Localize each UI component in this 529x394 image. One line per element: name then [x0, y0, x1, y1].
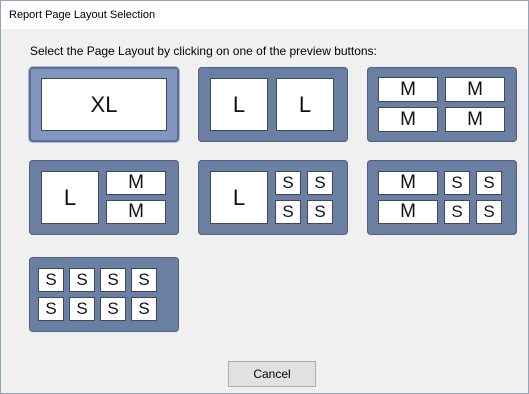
- layout-cell: S: [275, 200, 301, 224]
- layout-cell: XL: [41, 78, 167, 131]
- layout-cell: S: [444, 171, 470, 195]
- layout-cell: L: [210, 78, 268, 131]
- layout-cell: L: [210, 171, 268, 224]
- layout-cell: S: [100, 268, 126, 292]
- layout-cell: M: [378, 77, 438, 102]
- dialog-content: Select the Page Layout by clicking on on…: [1, 29, 528, 393]
- layout-cell: M: [445, 77, 505, 102]
- layout-cell: M: [378, 107, 438, 132]
- layout-button-m2-s4[interactable]: M M S S S S: [367, 160, 517, 235]
- layout-cell: L: [276, 78, 334, 131]
- layout-cell: S: [131, 268, 157, 292]
- layout-cell: S: [476, 200, 502, 224]
- window-title: Report Page Layout Selection: [9, 9, 156, 21]
- layout-button-l-s4[interactable]: L S S S S: [198, 160, 348, 235]
- layout-cell: S: [38, 297, 64, 321]
- dialog-window: Report Page Layout Selection Select the …: [0, 0, 529, 394]
- layout-button-l-l[interactable]: L L: [198, 67, 348, 142]
- layout-cell: S: [131, 297, 157, 321]
- layout-cell: M: [106, 200, 166, 224]
- layout-cell: L: [41, 171, 99, 224]
- layout-button-l-m2[interactable]: L M M: [29, 160, 179, 235]
- instruction-text: Select the Page Layout by clicking on on…: [30, 44, 377, 58]
- layout-cell: S: [100, 297, 126, 321]
- layout-cell: S: [275, 171, 301, 195]
- layout-cell: M: [378, 171, 438, 195]
- layout-cell: S: [69, 268, 95, 292]
- layout-cell: S: [476, 171, 502, 195]
- layout-cell: S: [444, 200, 470, 224]
- title-bar: Report Page Layout Selection: [1, 1, 528, 29]
- layout-button-s8[interactable]: S S S S S S S S: [29, 257, 179, 332]
- layout-cell: M: [445, 107, 505, 132]
- layout-cell: M: [378, 200, 438, 224]
- layout-cell: S: [69, 297, 95, 321]
- layout-cell: S: [307, 200, 333, 224]
- cancel-button[interactable]: Cancel: [228, 361, 316, 387]
- layout-button-xl[interactable]: XL: [29, 67, 179, 142]
- layout-button-m4[interactable]: M M M M: [367, 67, 517, 142]
- layout-cell: S: [307, 171, 333, 195]
- layout-cell: M: [106, 171, 166, 195]
- layout-cell: S: [38, 268, 64, 292]
